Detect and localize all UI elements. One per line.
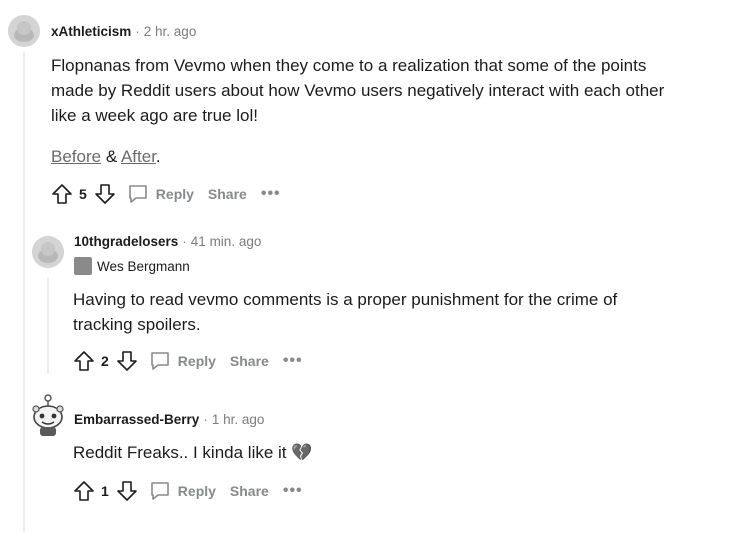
comment-links: Before & After. (51, 144, 161, 169)
downvote-icon[interactable] (93, 182, 117, 206)
comment-bubble-icon (150, 482, 169, 500)
snoo-avatar-icon (32, 236, 64, 268)
reply-button[interactable]: Reply (127, 183, 194, 205)
vote-count: 5 (79, 186, 87, 202)
snoo-custom-avatar-icon (32, 394, 64, 436)
upvote-icon[interactable] (72, 349, 96, 373)
downvote-icon[interactable] (115, 349, 139, 373)
timestamp[interactable]: 1 hr. ago (212, 412, 265, 427)
comment-actions: 2 Reply Share ••• (72, 349, 303, 373)
comment-body: Flopnanas from Vevmo when they come to a… (51, 53, 741, 128)
more-options-icon[interactable]: ••• (261, 185, 281, 203)
reply-label: Reply (155, 186, 194, 202)
reply-button[interactable]: Reply (149, 480, 216, 502)
user-flair: Wes Bergmann (74, 257, 190, 275)
upvote-icon[interactable] (72, 479, 96, 503)
thread-line[interactable] (47, 278, 49, 374)
timestamp[interactable]: 41 min. ago (191, 234, 262, 249)
comment-meta: 10thgradelosers · 41 min. ago (74, 234, 261, 249)
more-options-icon[interactable]: ••• (283, 352, 303, 370)
after-link[interactable]: After (121, 147, 156, 166)
reply-label: Reply (177, 353, 216, 369)
more-options-icon[interactable]: ••• (283, 482, 303, 500)
comment-actions: 5 Reply Share ••• (50, 182, 281, 206)
comment-line: Having to read vevmo comments is a prope… (73, 290, 618, 309)
reply-label: Reply (177, 483, 216, 499)
flair-text: Wes Bergmann (97, 258, 190, 274)
reply-button[interactable]: Reply (149, 350, 216, 372)
avatar[interactable] (8, 15, 40, 47)
period: . (155, 147, 161, 166)
share-button[interactable]: Share (230, 483, 269, 499)
comment-body: Having to read vevmo comments is a prope… (73, 287, 733, 337)
flair-image (74, 257, 92, 275)
timestamp[interactable]: 2 hr. ago (144, 24, 197, 39)
comment-bubble-icon (150, 352, 169, 370)
vote-count: 2 (101, 353, 109, 369)
comment-actions: 1 Reply Share ••• (72, 479, 303, 503)
snoo-avatar-icon (8, 15, 40, 47)
ampersand: & (101, 147, 121, 166)
thread-line[interactable] (23, 52, 25, 532)
avatar[interactable] (32, 236, 64, 268)
downvote-icon[interactable] (115, 479, 139, 503)
comment-meta: Embarrassed-Berry · 1 hr. ago (74, 412, 264, 427)
comment-line: Flopnanas from Vevmo when they come to a… (51, 56, 647, 75)
username[interactable]: xAthleticism (51, 24, 131, 39)
comment-line: tracking spoilers. (73, 315, 201, 334)
upvote-icon[interactable] (50, 182, 74, 206)
comment-line: Reddit Freaks.. I kinda like it (73, 443, 287, 462)
avatar[interactable] (30, 393, 66, 437)
before-link[interactable]: Before (51, 147, 101, 166)
heart-emoji: 💔 (291, 443, 313, 462)
comment-bubble-icon (128, 185, 147, 203)
username[interactable]: Embarrassed-Berry (74, 412, 199, 427)
separator: · (135, 24, 140, 39)
vote-count: 1 (101, 483, 109, 499)
comment-line: made by Reddit users about how Vevmo use… (51, 81, 665, 100)
share-button[interactable]: Share (230, 353, 269, 369)
comment-body: Reddit Freaks.. I kinda like it 💔 (73, 440, 733, 465)
share-button[interactable]: Share (208, 186, 247, 202)
separator: · (203, 412, 208, 427)
comment-meta: xAthleticism · 2 hr. ago (51, 24, 196, 39)
username[interactable]: 10thgradelosers (74, 234, 178, 249)
comment-line: like a week ago are true lol! (51, 106, 258, 125)
separator: · (182, 234, 187, 249)
